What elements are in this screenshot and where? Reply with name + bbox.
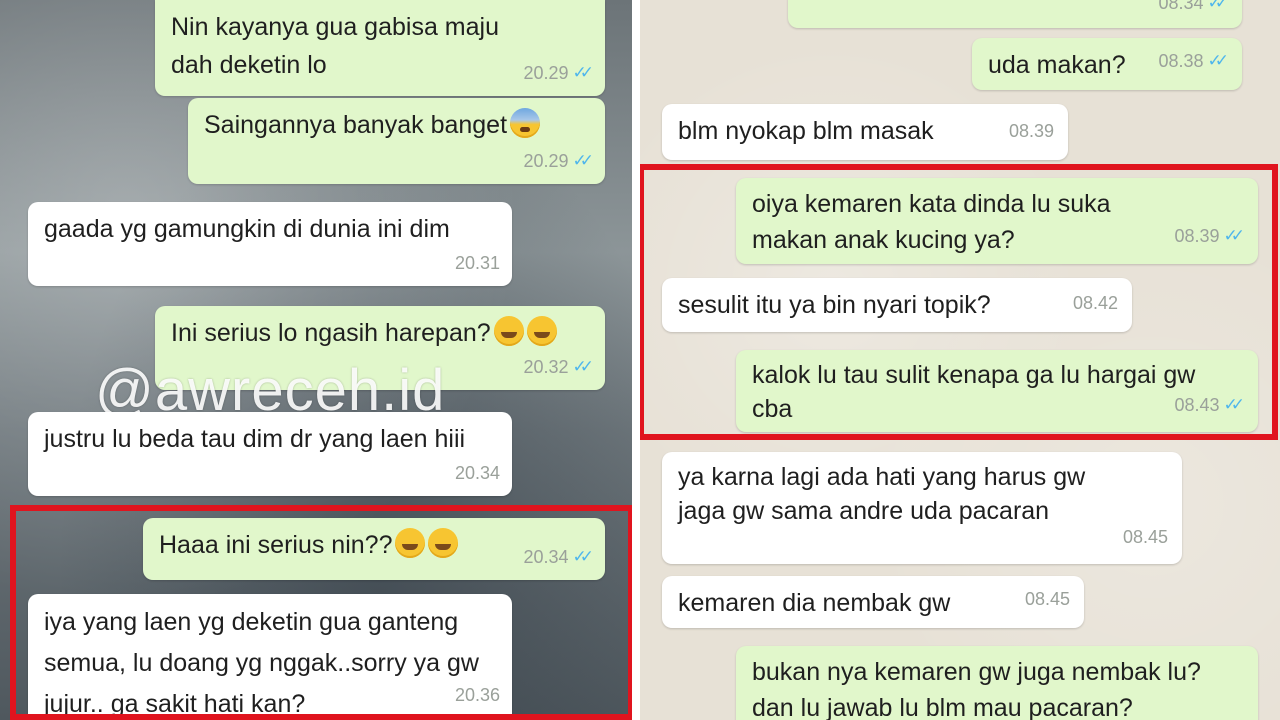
- double-check-icon: ✓✓: [1223, 395, 1245, 414]
- message-bubble[interactable]: uda makan? 08.38 ✓✓: [972, 38, 1242, 90]
- message-meta: 20.36: [455, 675, 500, 716]
- message-time: 20.29: [523, 63, 569, 83]
- message-meta: 08.45: [1025, 580, 1070, 618]
- grinning-squinting-face-icon: [526, 316, 557, 346]
- double-check-icon: ✓✓: [572, 151, 594, 170]
- message-bubble[interactable]: kemaren dia nembak gw 08.45: [662, 576, 1084, 628]
- double-check-icon: ✓✓: [1223, 226, 1245, 245]
- grinning-squinting-face-icon: [493, 316, 524, 346]
- message-text-content: Ini serius lo ngasih harepan?: [171, 319, 491, 347]
- message-text: Saingannya banyak banget: [204, 106, 589, 144]
- message-time: 08.45: [1024, 589, 1070, 609]
- message-bubble[interactable]: iya yang laen yg deketin gua ganteng sem…: [28, 594, 512, 720]
- grinning-face-icon: [395, 528, 426, 558]
- message-text: Ini serius lo ngasih harepan?: [171, 314, 589, 352]
- message-meta: 08.39: [1009, 112, 1054, 150]
- message-time: 08.45: [1122, 527, 1168, 547]
- message-text: kalok lu tau sulit kenapa ga lu hargai g…: [752, 361, 1196, 423]
- message-bubble[interactable]: Saingannya banyak banget 20.29 ✓✓: [188, 98, 605, 184]
- message-time: 20.29: [523, 151, 569, 171]
- message-meta: 08.34 ✓✓: [1158, 0, 1228, 22]
- message-meta: 20.34: [455, 454, 500, 492]
- double-check-icon: ✓✓: [572, 357, 594, 376]
- message-bubble[interactable]: justru lu beda tau dim dr yang laen hiii…: [28, 412, 512, 496]
- message-text: kemaren dia nembak gw: [678, 589, 951, 617]
- message-text: gaada yg gamungkin di dunia ini dim: [44, 215, 450, 243]
- message-bubble[interactable]: Nin kayanya gua gabisa maju dah deketin …: [155, 0, 605, 96]
- message-text-content: Haaa ini serius nin??: [159, 531, 393, 559]
- message-text: blm nyokap blm masak: [678, 117, 934, 145]
- message-meta: 20.31: [455, 244, 500, 282]
- double-check-icon: ✓✓: [572, 547, 594, 566]
- message-time: 08.39: [1174, 226, 1220, 246]
- message-bubble[interactable]: blm nyokap blm masak 08.39: [662, 104, 1068, 160]
- message-meta: 08.38 ✓✓: [1158, 42, 1228, 80]
- message-text: bukan nya kemaren gw juga nembak lu?dan …: [752, 658, 1201, 720]
- message-meta: 20.29 ✓✓: [523, 142, 593, 180]
- message-meta: 20.32 ✓✓: [523, 348, 593, 386]
- message-meta: 20.29 ✓✓: [523, 54, 593, 92]
- message-time: 20.34: [523, 547, 569, 567]
- message-text: justru lu beda tau dim dr yang laen hiii: [44, 425, 466, 453]
- message-meta: 08.39 ✓✓: [1174, 218, 1244, 254]
- message-time: 20.34: [454, 463, 500, 483]
- message-text: oiya kemaren kata dinda lu suka makan an…: [752, 190, 1111, 254]
- message-text-content: Saingannya banyak banget: [204, 111, 508, 139]
- message-bubble[interactable]: ya karna lagi ada hati yang harus gw jag…: [662, 452, 1182, 564]
- left-chat-screenshot: Nin kayanya gua gabisa maju dah deketin …: [0, 0, 632, 720]
- message-meta: 08.43 ✓✓: [1174, 388, 1244, 422]
- message-bubble[interactable]: kalok lu tau sulit kenapa ga lu hargai g…: [736, 350, 1258, 432]
- message-meta: 08.42: [1073, 284, 1118, 322]
- message-bubble[interactable]: bukan nya kemaren gw juga nembak lu?dan …: [736, 646, 1258, 720]
- message-time: 20.32: [523, 357, 569, 377]
- message-bubble[interactable]: sesulit itu ya bin nyari topik? 08.42: [662, 278, 1132, 332]
- message-text: iya yang laen yg deketin gua ganteng sem…: [44, 608, 479, 718]
- double-check-icon: ✓✓: [572, 63, 594, 82]
- message-time: 08.43: [1174, 395, 1220, 415]
- message-time: 20.36: [454, 685, 500, 705]
- message-bubble[interactable]: gaada yg gamungkin di dunia ini dim 20.3…: [28, 202, 512, 286]
- message-text: sesulit itu ya bin nyari topik?: [678, 291, 991, 319]
- double-check-icon: ✓✓: [1207, 0, 1229, 12]
- double-check-icon: ✓✓: [1207, 51, 1229, 70]
- message-time: 08.42: [1072, 293, 1118, 313]
- right-chat-screenshot: 08.34 ✓✓ uda makan? 08.38 ✓✓ blm nyokap …: [640, 0, 1280, 720]
- message-bubble[interactable]: Haaa ini serius nin?? 20.34 ✓✓: [143, 518, 605, 580]
- grinning-face-icon: [428, 528, 459, 558]
- fearful-face-icon: [510, 108, 541, 138]
- message-time: 20.31: [454, 253, 500, 273]
- panel-divider: [632, 0, 640, 720]
- message-time: 08.34: [1158, 0, 1204, 13]
- message-time: 08.38: [1158, 51, 1204, 71]
- message-meta: 20.34 ✓✓: [523, 538, 593, 576]
- message-bubble[interactable]: 08.34 ✓✓: [788, 0, 1242, 28]
- message-meta: 08.45: [1123, 520, 1168, 554]
- message-text: ya karna lagi ada hati yang harus gw jag…: [678, 463, 1086, 525]
- message-time: 08.39: [1008, 121, 1054, 141]
- message-bubble[interactable]: oiya kemaren kata dinda lu suka makan an…: [736, 178, 1258, 264]
